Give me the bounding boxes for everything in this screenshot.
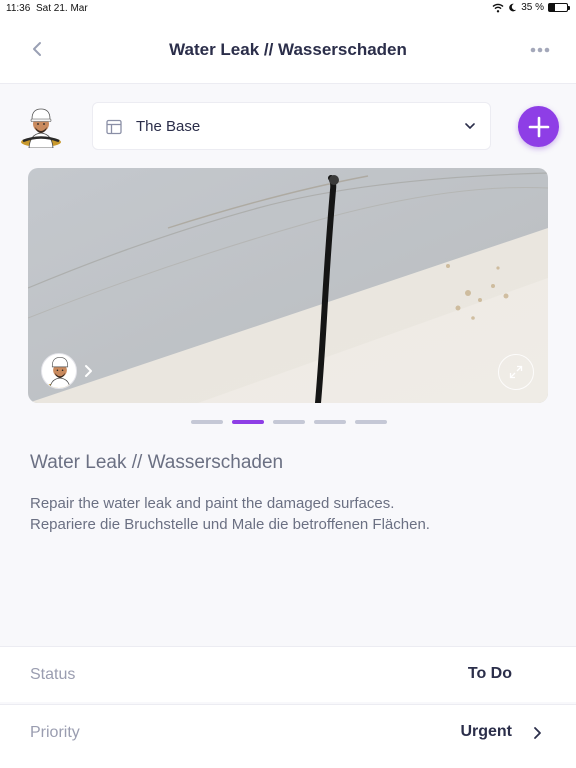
- task-photo[interactable]: [28, 168, 548, 403]
- carousel-indicator[interactable]: [191, 420, 387, 424]
- priority-value: Urgent: [460, 723, 512, 740]
- task-description: Repair the water leak and paint the dama…: [30, 493, 430, 535]
- priority-label: Priority: [30, 724, 80, 741]
- battery-icon: [548, 3, 570, 12]
- status-time: 11:36: [6, 3, 31, 14]
- navigation-bar: Water Leak // Wasserschaden: [0, 18, 576, 84]
- add-button[interactable]: [518, 106, 559, 147]
- layout-icon: [106, 119, 122, 135]
- ellipsis-icon: [530, 47, 550, 53]
- photo-author-avatar[interactable]: [41, 353, 77, 389]
- photo-ceiling-image: [28, 168, 548, 403]
- task-description-de: Repariere die Bruchstelle und Male die b…: [30, 516, 430, 533]
- expand-photo-button[interactable]: [498, 354, 534, 390]
- moon-icon: [509, 3, 517, 12]
- battery-percent: 35 %: [521, 2, 544, 13]
- status-label: Status: [30, 666, 76, 683]
- project-selector[interactable]: The Base: [92, 102, 491, 150]
- chevron-right-icon: [534, 727, 541, 739]
- page-title: Water Leak // Wasserschaden: [169, 40, 407, 59]
- avatar-logo-icon: [21, 108, 61, 149]
- project-selector-value: The Base: [136, 118, 201, 135]
- plus-icon: [528, 116, 549, 137]
- status-right: 35 %: [492, 2, 570, 13]
- priority-row[interactable]: Priority Urgent: [0, 704, 576, 768]
- battery-fill: [549, 4, 556, 11]
- carousel-dot[interactable]: [191, 420, 223, 424]
- wifi-icon: [492, 3, 504, 12]
- status-date: Sat 21. Mar: [36, 3, 88, 14]
- carousel-dot[interactable]: [314, 420, 346, 424]
- expand-icon: [509, 365, 523, 379]
- chevron-down-icon: [465, 123, 475, 129]
- carousel-dot[interactable]: [355, 420, 387, 424]
- task-description-en: Repair the water leak and paint the dama…: [30, 495, 395, 512]
- status-value: To Do: [467, 665, 512, 682]
- user-avatar[interactable]: [20, 106, 62, 149]
- status-row[interactable]: Status To Do: [0, 646, 576, 702]
- more-options-button[interactable]: [528, 40, 552, 60]
- carousel-dot[interactable]: [232, 420, 264, 424]
- chevron-right-icon: [85, 365, 92, 377]
- task-title: Water Leak // Wasserschaden: [30, 452, 284, 473]
- status-bar: 11:36 Sat 21. Mar 35 %: [0, 0, 576, 18]
- carousel-dot[interactable]: [273, 420, 305, 424]
